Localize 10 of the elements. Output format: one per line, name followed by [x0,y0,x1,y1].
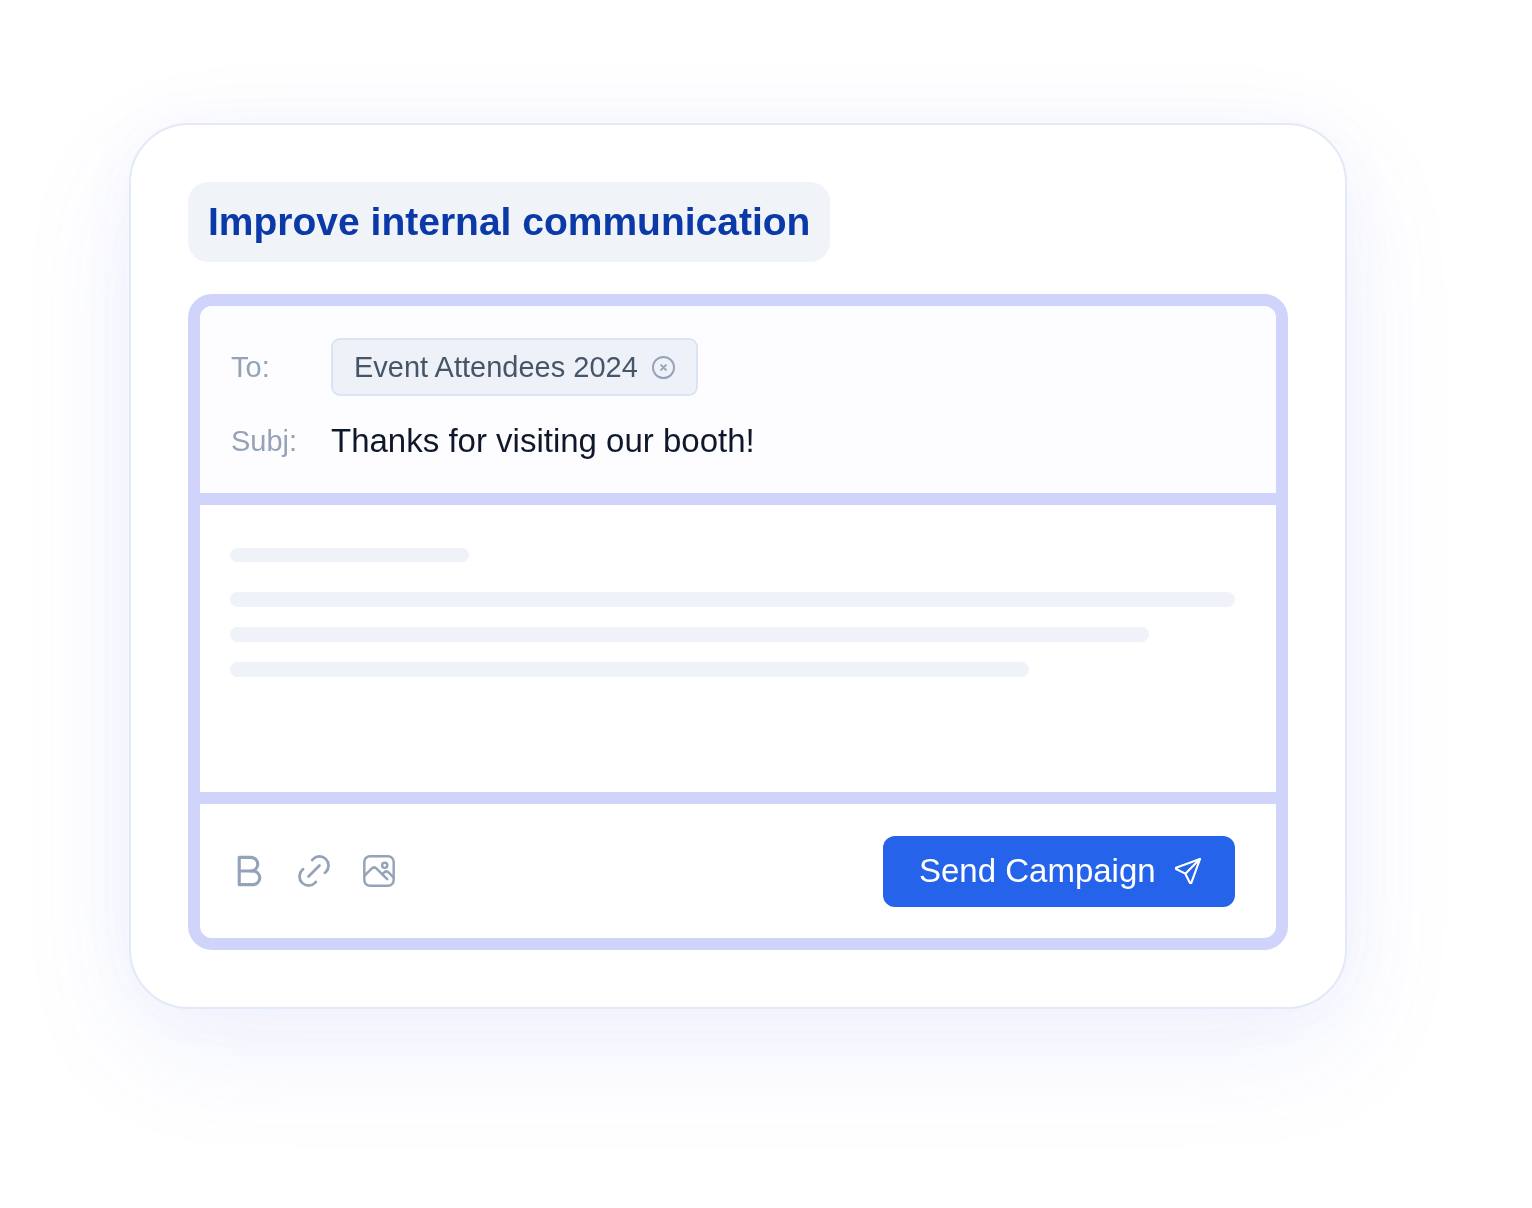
recipient-chip[interactable]: Event Attendees 2024 [331,338,698,396]
send-button[interactable]: Send Campaign [883,835,1235,907]
to-label: To: [231,350,271,384]
subject-label: Subj: [231,424,299,458]
close-icon[interactable] [651,355,675,379]
link-icon[interactable] [298,855,330,887]
subject-field[interactable]: Thanks for visiting our booth! [331,421,755,461]
paper-plane-icon [1175,858,1201,884]
heading-label: Improve internal communication [188,182,831,262]
image-icon[interactable] [363,855,395,887]
